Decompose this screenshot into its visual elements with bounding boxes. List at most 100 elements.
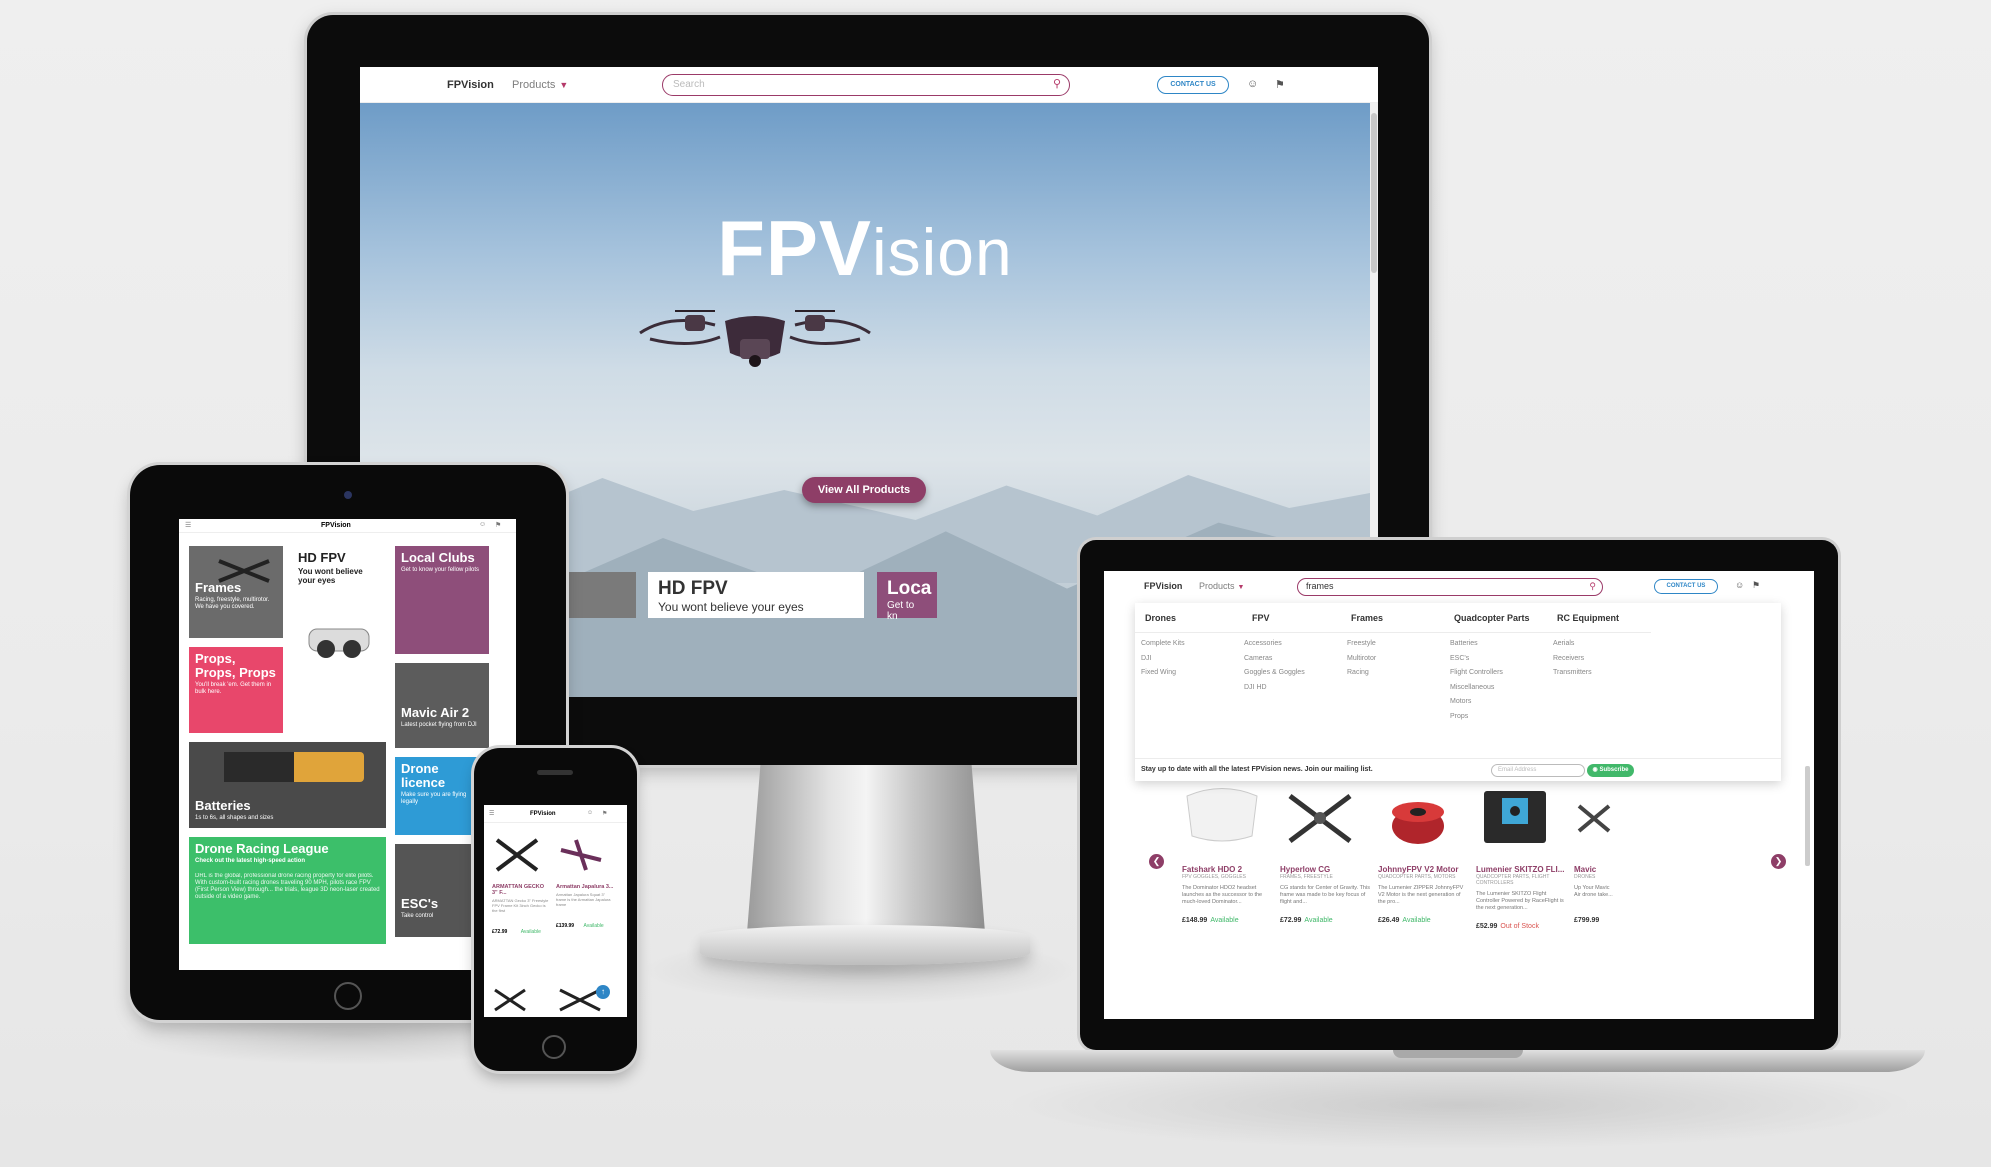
search-icon[interactable]: ⚲ xyxy=(1589,579,1596,594)
phone-navbar: ☰ FPVision ☺ ⚑ xyxy=(484,805,627,823)
menu-item[interactable]: Motors xyxy=(1444,695,1552,710)
carousel-prev-button[interactable]: ❮ xyxy=(1149,854,1164,869)
monitor-stand xyxy=(746,765,986,945)
product-card[interactable]: Lumenier SKITZO FLI... QUADCOPTER PARTS,… xyxy=(1476,786,1566,930)
hamburger-icon[interactable]: ☰ xyxy=(489,810,494,817)
menu-item[interactable]: Accessories xyxy=(1238,637,1342,652)
tile-mavic-air-2[interactable]: Mavic Air 2 Latest pocket flying from DJ… xyxy=(395,663,489,748)
brand-logo[interactable]: FPVision xyxy=(321,522,351,529)
goggles-image xyxy=(308,628,370,658)
product-card[interactable]: Mavic DRONES Up Your Mavic Air drone tak… xyxy=(1574,786,1614,924)
product-card[interactable]: Hyperlow CG FRAMES, FREESTYLE CG stands … xyxy=(1280,786,1370,924)
menu-item[interactable]: Miscellaneous xyxy=(1444,681,1552,696)
menu-column-frames: Frames Freestyle Multirotor Racing xyxy=(1341,603,1445,681)
products-menu[interactable]: Products ▼ xyxy=(1199,581,1244,591)
search-placeholder: Search xyxy=(673,79,705,90)
menu-item[interactable]: Props xyxy=(1444,710,1552,725)
card-local-clubs[interactable]: Loca Get to kn xyxy=(877,572,937,622)
phone-screen: ☰ FPVision ☺ ⚑ ARMATTAN GECKO 3" F... AR… xyxy=(484,805,627,1017)
frame-image xyxy=(495,838,539,872)
basket-icon[interactable]: ⚑ xyxy=(495,521,501,529)
brand-logo[interactable]: FPVision xyxy=(1144,581,1182,591)
menu-item[interactable]: Transmitters xyxy=(1547,666,1651,681)
drone-image xyxy=(639,310,871,367)
menu-item[interactable]: Racing xyxy=(1341,666,1445,681)
laptop-navbar: FPVision Products ▼ frames ⚲ CONTACT US ☺ … xyxy=(1104,571,1814,601)
menu-item[interactable]: Cameras xyxy=(1238,652,1342,667)
menu-item[interactable]: Multirotor xyxy=(1341,652,1445,667)
search-icon[interactable]: ⚲ xyxy=(1053,75,1061,94)
card-hd-fpv[interactable]: HD FPV You wont believe your eyes xyxy=(648,572,864,618)
scrollbar-thumb[interactable] xyxy=(1805,766,1810,866)
scroll-to-top-icon[interactable]: ↑ xyxy=(596,985,610,999)
menu-item[interactable]: DJI xyxy=(1135,652,1239,667)
basket-icon[interactable]: ⚑ xyxy=(602,810,607,817)
account-icon[interactable]: ☺ xyxy=(1247,78,1258,90)
search-input[interactable]: Search ⚲ xyxy=(662,74,1070,96)
tablet-home-button xyxy=(334,982,362,1010)
laptop-shadow xyxy=(1000,1060,1920,1150)
monitor-stand-base xyxy=(700,925,1030,965)
phone-product-card[interactable]: ARMATTAN GECKO 3" F... ARMATTAN Gecko 3"… xyxy=(492,835,550,935)
scrollbar-thumb[interactable] xyxy=(1371,113,1377,273)
tile-props[interactable]: Props, Props, Props You'll break 'em. Ge… xyxy=(189,647,283,733)
product-card[interactable]: JohnnyFPV V2 Motor QUADCOPTER PARTS, MOT… xyxy=(1378,786,1468,924)
products-menu[interactable]: Products ▼ xyxy=(512,79,568,91)
tile-local-clubs[interactable]: Local Clubs Get to know your fellow pilo… xyxy=(395,546,489,654)
phone-product-card[interactable]: Armattan Japalura 3... Armattan Japalura… xyxy=(556,835,614,929)
contact-us-button[interactable]: CONTACT US xyxy=(1654,579,1718,594)
menu-item[interactable]: Complete Kits xyxy=(1135,637,1239,652)
laptop-screen: FPVision Products ▼ frames ⚲ CONTACT US ☺ … xyxy=(1104,571,1814,1019)
newsletter-bar: Stay up to date with all the latest FPVi… xyxy=(1135,758,1781,781)
contact-us-button[interactable]: CONTACT US xyxy=(1157,76,1229,94)
tablet-navbar: ☰ FPVision ☺ ⚑ xyxy=(179,519,516,533)
menu-item[interactable]: DJI HD xyxy=(1238,681,1342,696)
tile-drone-racing-league[interactable]: Drone Racing League Check out the latest… xyxy=(189,837,386,944)
menu-item[interactable]: Batteries xyxy=(1444,637,1552,652)
menu-column-quadcopter-parts: Quadcopter Parts Batteries ESC's Flight … xyxy=(1444,603,1552,725)
hero-title: FPVision xyxy=(717,204,1013,292)
menu-item[interactable]: Aerials xyxy=(1547,637,1651,652)
flight-controller-image xyxy=(1484,791,1546,843)
tablet-screen: ☰ FPVision ☺ ⚑ Frames Racing, freestyle,… xyxy=(179,519,516,970)
tablet-camera xyxy=(344,491,352,499)
menu-column-fpv: FPV Accessories Cameras Goggles & Goggle… xyxy=(1238,603,1342,695)
menu-item[interactable]: Flight Controllers xyxy=(1444,666,1552,681)
menu-item[interactable]: ESC's xyxy=(1444,652,1552,667)
laptop-notch xyxy=(1393,1050,1523,1058)
tile-hd-fpv[interactable]: HD FPV You wont believe your eyes xyxy=(292,546,386,733)
phone-speaker xyxy=(537,770,573,775)
tile-batteries[interactable]: Batteries 1s to 6s, all shapes and sizes xyxy=(189,742,386,828)
motor-image xyxy=(1392,802,1444,844)
account-icon[interactable]: ☺ xyxy=(479,521,486,528)
phone-home-button xyxy=(542,1035,566,1059)
chevron-down-icon: ▼ xyxy=(1237,584,1245,591)
products-mega-menu: Drones Complete Kits DJI Fixed Wing FPV … xyxy=(1135,603,1781,781)
frame-image xyxy=(560,839,602,871)
menu-column-drones: Drones Complete Kits DJI Fixed Wing xyxy=(1135,603,1239,681)
search-value: frames xyxy=(1306,581,1334,591)
tile-frames[interactable]: Frames Racing, freestyle, multirotor. We… xyxy=(189,546,283,638)
basket-icon[interactable]: ⚑ xyxy=(1275,78,1285,91)
basket-icon[interactable]: ⚑ xyxy=(1752,580,1760,591)
brand-logo[interactable]: FPVision xyxy=(447,79,494,91)
account-icon[interactable]: ☺ xyxy=(1735,580,1744,590)
brand-logo[interactable]: FPVision xyxy=(530,811,556,817)
products-label: Products xyxy=(1199,581,1235,591)
frame-image xyxy=(218,559,270,583)
view-all-products-button[interactable]: View All Products xyxy=(802,477,926,503)
menu-item[interactable]: Freestyle xyxy=(1341,637,1445,652)
subscribe-button[interactable]: ◉ Subscribe xyxy=(1587,764,1634,777)
drone-image xyxy=(1577,804,1611,833)
account-icon[interactable]: ☺ xyxy=(587,810,593,816)
desktop-navbar: FPVision Products ▼ Search ⚲ CONTACT US ☺ … xyxy=(360,67,1378,103)
email-field[interactable]: Email Address xyxy=(1491,764,1585,777)
carousel-next-button[interactable]: ❯ xyxy=(1771,854,1786,869)
menu-item[interactable]: Fixed Wing xyxy=(1135,666,1239,681)
search-input[interactable]: frames ⚲ xyxy=(1297,578,1603,596)
menu-item[interactable]: Receivers xyxy=(1547,652,1651,667)
menu-item[interactable]: Goggles & Goggles xyxy=(1238,666,1342,681)
product-card[interactable]: Fatshark HDO 2 FPV GOGGLES, GOGGLES The … xyxy=(1182,786,1272,924)
hamburger-icon[interactable]: ☰ xyxy=(185,521,191,529)
products-label: Products xyxy=(512,79,556,91)
